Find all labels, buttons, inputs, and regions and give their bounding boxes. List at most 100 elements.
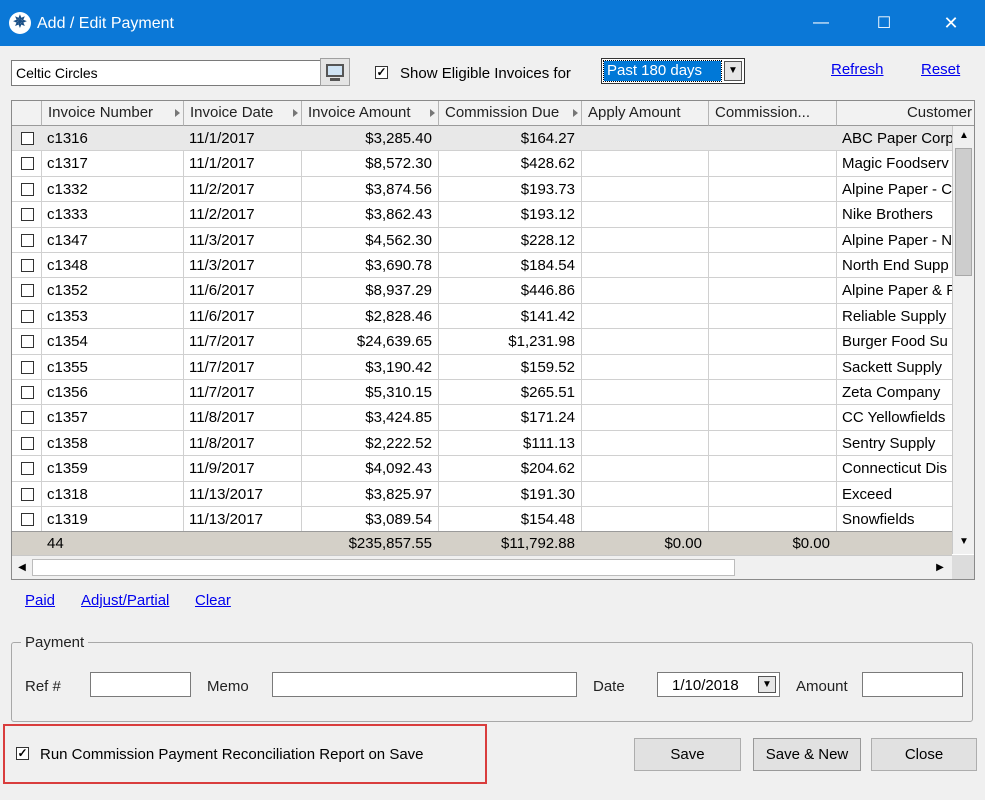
- column-header[interactable]: Apply Amount: [582, 101, 709, 126]
- memo-input[interactable]: [272, 672, 577, 697]
- paid-link[interactable]: Paid: [25, 592, 55, 609]
- row-checkbox[interactable]: [21, 487, 34, 501]
- horizontal-scroll-thumb[interactable]: [32, 559, 735, 576]
- run-report-checkbox[interactable]: ✓: [16, 747, 29, 760]
- apply-amount-cell[interactable]: [582, 202, 709, 227]
- apply-amount-cell[interactable]: [582, 253, 709, 278]
- commission-paid-cell[interactable]: [709, 482, 837, 507]
- row-checkbox[interactable]: [21, 436, 34, 450]
- table-row[interactable]: c1319 11/13/2017 $3,089.54 $154.48 Snowfield…: [12, 507, 952, 533]
- period-select[interactable]: Past 180 days ▼: [601, 58, 745, 84]
- row-checkbox[interactable]: [21, 284, 34, 298]
- ref-input[interactable]: [90, 672, 191, 697]
- column-header[interactable]: Invoice Number: [42, 101, 184, 126]
- date-picker[interactable]: 1/10/2018 ▼: [657, 672, 780, 697]
- row-checkbox[interactable]: [21, 513, 34, 526]
- scroll-down-icon[interactable]: ▼: [954, 532, 974, 552]
- commission-paid-cell[interactable]: [709, 507, 837, 532]
- row-checkbox[interactable]: [21, 259, 34, 272]
- table-row[interactable]: c1347 11/3/2017 $4,562.30 $228.12 Alpine Pap…: [12, 228, 952, 253]
- apply-amount-cell[interactable]: [582, 151, 709, 176]
- table-row[interactable]: c1316 11/1/2017 $3,285.40 $164.27 ABC Paper …: [12, 126, 954, 152]
- apply-amount-cell[interactable]: [582, 482, 709, 507]
- save-and-new-button[interactable]: Save & New: [753, 738, 861, 771]
- table-row[interactable]: c1333 11/2/2017 $3,862.43 $193.12 Nike Broth…: [12, 202, 952, 228]
- commission-paid-cell[interactable]: [709, 380, 837, 405]
- commission-paid-cell[interactable]: [709, 355, 837, 380]
- column-header[interactable]: Invoice Amount: [302, 101, 439, 126]
- commission-paid-cell[interactable]: [709, 126, 837, 151]
- apply-amount-cell[interactable]: [582, 380, 709, 405]
- commission-paid-cell[interactable]: [709, 456, 837, 481]
- row-checkbox[interactable]: [21, 208, 34, 222]
- commission-paid-cell[interactable]: [709, 202, 837, 227]
- chevron-down-icon[interactable]: ▼: [758, 676, 776, 693]
- table-row[interactable]: c1359 11/9/2017 $4,092.43 $204.62 Connecticu…: [12, 456, 952, 482]
- scroll-left-icon[interactable]: ◀: [12, 558, 32, 578]
- table-row[interactable]: c1355 11/7/2017 $3,190.42 $159.52 Sackett Su…: [12, 355, 952, 380]
- commission-paid-cell[interactable]: [709, 329, 837, 354]
- table-row[interactable]: c1354 11/7/2017 $24,639.65 $1,231.98 Burger …: [12, 329, 952, 355]
- apply-amount-cell[interactable]: [582, 431, 709, 456]
- apply-amount-cell[interactable]: [582, 329, 709, 354]
- minimize-button[interactable]: —: [798, 0, 844, 46]
- table-row[interactable]: c1358 11/8/2017 $2,222.52 $111.13 Sentry Sup…: [12, 431, 952, 457]
- save-button[interactable]: Save: [634, 738, 741, 771]
- column-header[interactable]: Commission Due: [439, 101, 582, 126]
- close-window-button[interactable]: ✕: [928, 0, 974, 46]
- vertical-scroll-thumb[interactable]: [955, 148, 972, 276]
- row-checkbox[interactable]: [21, 157, 34, 171]
- table-row[interactable]: c1317 11/1/2017 $8,572.30 $428.62 Magic Food…: [12, 151, 952, 177]
- chevron-down-icon[interactable]: ▼: [724, 61, 742, 81]
- row-checkbox[interactable]: [21, 309, 34, 323]
- commission-paid-cell[interactable]: [709, 151, 837, 176]
- commission-paid-cell[interactable]: [709, 304, 837, 329]
- reset-link[interactable]: Reset: [921, 61, 960, 78]
- row-checkbox[interactable]: [21, 182, 34, 196]
- column-header[interactable]: Commission...: [709, 101, 837, 126]
- table-row[interactable]: c1357 11/8/2017 $3,424.85 $171.24 CC Yellowf…: [12, 405, 952, 431]
- table-row[interactable]: c1356 11/7/2017 $5,310.15 $265.51 Zeta Compa…: [12, 380, 952, 406]
- row-checkbox[interactable]: [21, 386, 34, 399]
- commission-paid-cell[interactable]: [709, 177, 837, 202]
- maximize-button[interactable]: ☐: [861, 0, 907, 46]
- commission-paid-cell[interactable]: [709, 253, 837, 278]
- commission-paid-cell[interactable]: [709, 431, 837, 456]
- table-row[interactable]: c1352 11/6/2017 $8,937.29 $446.86 Alpine Pap…: [12, 278, 955, 304]
- scroll-right-icon[interactable]: ▶: [930, 558, 950, 578]
- commission-paid-cell[interactable]: [709, 228, 837, 253]
- apply-amount-cell[interactable]: [582, 228, 709, 253]
- apply-amount-cell[interactable]: [582, 456, 709, 481]
- show-eligible-checkbox[interactable]: ✓: [375, 66, 388, 79]
- customer-lookup-button[interactable]: [320, 58, 350, 86]
- commission-paid-cell[interactable]: [709, 278, 837, 303]
- row-checkbox[interactable]: [21, 132, 34, 145]
- table-row[interactable]: c1353 11/6/2017 $2,828.46 $141.42 Reliable S…: [12, 304, 952, 330]
- scroll-up-icon[interactable]: ▲: [954, 126, 974, 146]
- apply-amount-cell[interactable]: [582, 405, 709, 430]
- row-checkbox[interactable]: [21, 462, 34, 476]
- table-row[interactable]: c1318 11/13/2017 $3,825.97 $191.30 Exceed: [12, 482, 952, 507]
- apply-amount-cell[interactable]: [582, 177, 709, 202]
- amount-input[interactable]: [862, 672, 963, 697]
- apply-amount-cell[interactable]: [582, 507, 709, 532]
- row-checkbox[interactable]: [21, 335, 34, 349]
- column-header[interactable]: Invoice Date: [184, 101, 302, 126]
- apply-amount-cell[interactable]: [582, 126, 709, 151]
- apply-amount-cell[interactable]: [582, 304, 709, 329]
- adjust-partial-link[interactable]: Adjust/Partial: [81, 592, 169, 609]
- close-button[interactable]: Close: [871, 738, 977, 771]
- row-checkbox[interactable]: [21, 360, 34, 374]
- refresh-link[interactable]: Refresh: [831, 61, 884, 78]
- commission-paid-cell[interactable]: [709, 405, 837, 430]
- customer-input[interactable]: [11, 60, 322, 86]
- column-header[interactable]: Customer: [837, 101, 974, 126]
- apply-amount-cell[interactable]: [582, 278, 709, 303]
- vertical-scrollbar[interactable]: ▲ ▼: [952, 126, 974, 554]
- table-row[interactable]: c1348 11/3/2017 $3,690.78 $184.54 North End …: [12, 253, 952, 279]
- row-checkbox[interactable]: [21, 411, 34, 425]
- apply-amount-cell[interactable]: [582, 355, 709, 380]
- row-checkbox[interactable]: [21, 233, 34, 247]
- horizontal-scrollbar[interactable]: ◀ ▶: [12, 555, 952, 579]
- clear-link[interactable]: Clear: [195, 592, 231, 609]
